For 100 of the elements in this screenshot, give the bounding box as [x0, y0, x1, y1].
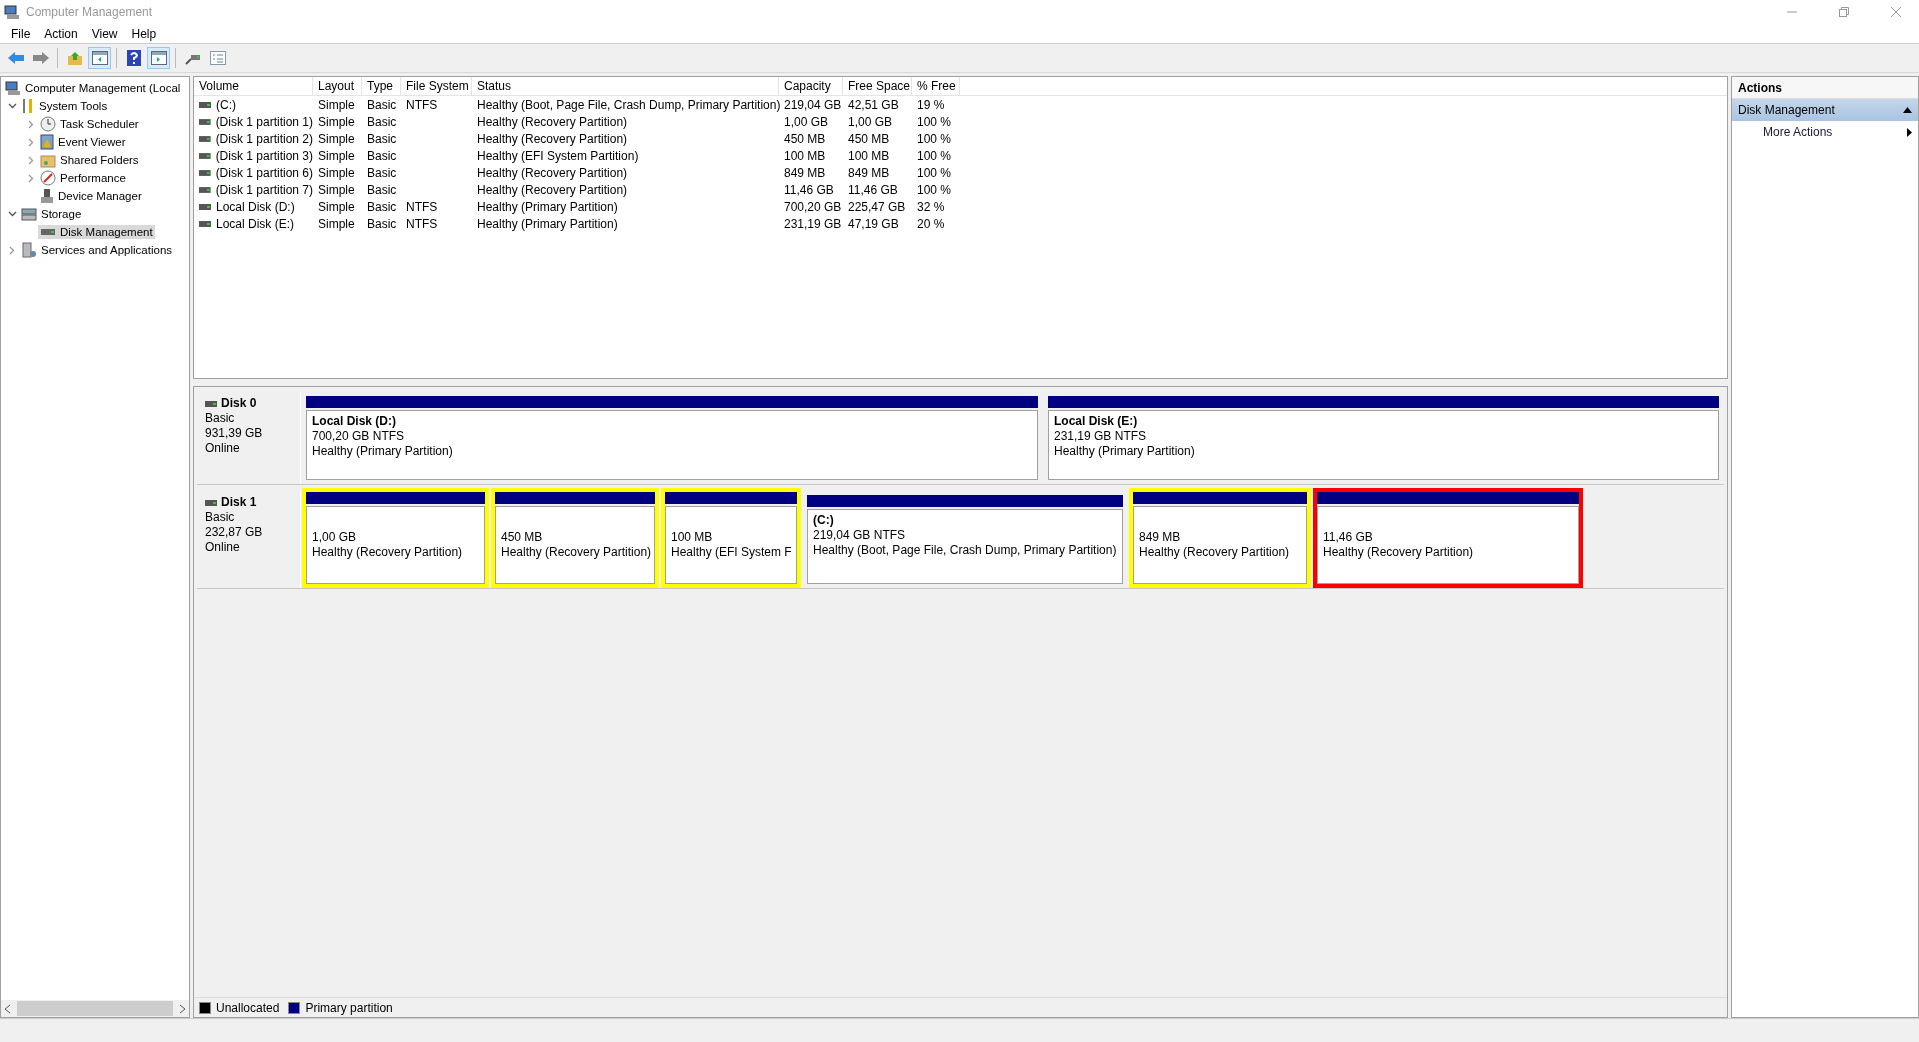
table-cell: Healthy (Boot, Page File, Crash Dump, Primary Partition)	[477, 97, 781, 112]
table-cell: 849 MB	[784, 165, 826, 180]
menu-item[interactable]: Help	[124, 24, 164, 43]
table-cell: 100 %	[917, 114, 952, 129]
collapse-chevron-icon[interactable]	[7, 103, 17, 109]
tree-item[interactable]: Storage	[19, 205, 84, 223]
table-cell: Basic	[367, 182, 397, 197]
window-pane-icon	[91, 51, 108, 65]
tree-item[interactable]: Event Viewer	[38, 133, 128, 151]
table-cell: Local Disk (E:)	[216, 216, 295, 231]
table-cell: NTFS	[406, 216, 438, 231]
table-cell: Local Disk (D:)	[216, 199, 295, 214]
column-header[interactable]: File System	[401, 77, 472, 95]
table-cell: Healthy (EFI System Partition)	[477, 148, 639, 163]
drive-icon	[199, 135, 211, 142]
scrollbar-thumb[interactable]	[17, 1001, 173, 1016]
disk-size: 931,39 GB	[205, 426, 264, 441]
disk-name: Disk 0	[221, 396, 257, 411]
partition-size: 849 MB	[1139, 530, 1182, 545]
highlighted-partition[interactable]: 1,00 GB Healthy (Recovery Partition)	[302, 488, 489, 588]
table-cell: Basic	[367, 165, 397, 180]
table-cell: 20 %	[917, 216, 945, 231]
computer-icon	[5, 80, 21, 96]
column-header[interactable]: Type	[362, 77, 401, 95]
storage-icon	[21, 206, 37, 222]
table-cell: Simple	[318, 216, 355, 231]
table-cell: 450 MB	[848, 131, 890, 146]
partition-title: (C:)	[813, 513, 835, 528]
table-cell: Basic	[367, 114, 397, 129]
table-cell: 849 MB	[848, 165, 890, 180]
column-header[interactable]: Volume	[194, 77, 313, 95]
partition-status: Healthy (EFI System F	[671, 545, 791, 560]
table-cell: 42,51 GB	[848, 97, 899, 112]
action-section[interactable]: Disk Management	[1732, 99, 1918, 121]
tree-item[interactable]: System Tools	[19, 97, 110, 115]
table-cell: Healthy (Recovery Partition)	[477, 182, 628, 197]
disk-name: Disk 1	[221, 495, 257, 510]
partition-status: Healthy (Recovery Partition)	[1323, 545, 1475, 560]
table-cell: Basic	[367, 131, 397, 146]
table-cell: Simple	[318, 182, 355, 197]
table-cell: (Disk 1 partition 2)	[215, 131, 313, 146]
table-cell: Healthy (Primary Partition)	[477, 216, 618, 231]
tree-item[interactable]: Services and Applications	[19, 241, 175, 259]
tree-item[interactable]: Device Manager	[38, 187, 144, 205]
drive-icon	[205, 499, 217, 506]
drive-icon	[199, 169, 211, 176]
menu-item[interactable]: Action	[37, 24, 85, 43]
table-cell: Basic	[367, 148, 397, 163]
table-cell: Basic	[367, 97, 397, 112]
menu-item[interactable]: View	[84, 24, 125, 43]
back-arrow-icon	[6, 51, 25, 65]
tree-item[interactable]: Disk Management	[38, 225, 155, 239]
submenu-triangle-icon	[1907, 127, 1912, 137]
highlighted-partition[interactable]: 450 MB Healthy (Recovery Partition)	[491, 488, 659, 588]
partition-size: 231,19 GB NTFS	[1054, 429, 1148, 444]
tree-item[interactable]: Performance	[38, 169, 128, 187]
table-cell: Simple	[318, 199, 355, 214]
horizontal-scrollbar[interactable]	[1, 1000, 189, 1017]
partition-status: Healthy (Primary Partition)	[1054, 444, 1196, 459]
disk-size: 232,87 GB	[205, 525, 264, 540]
table-cell: 11,46 GB	[848, 182, 898, 197]
table-cell: 231,19 GB	[784, 216, 842, 231]
show-pane-button[interactable]	[147, 47, 170, 69]
collapse-chevron-icon[interactable]	[7, 211, 17, 217]
column-header[interactable]: Status	[472, 77, 779, 95]
menu-item[interactable]: File	[4, 24, 38, 43]
highlighted-partition[interactable]: 11,46 GB Healthy (Recovery Partition)	[1313, 488, 1583, 588]
disk-status: Online	[205, 540, 241, 555]
table-cell: 225,47 GB	[848, 199, 906, 214]
table-cell: 450 MB	[784, 131, 826, 146]
partition-title: Local Disk (E:)	[1054, 414, 1139, 429]
table-cell: Simple	[318, 97, 355, 112]
gauge-icon	[40, 170, 56, 186]
column-header[interactable]: Capacity	[779, 77, 843, 95]
folder-up-icon	[66, 50, 83, 66]
show-tree-button[interactable]	[88, 47, 111, 69]
list-icon	[209, 51, 226, 65]
partition-size: 1,00 GB	[312, 530, 358, 545]
partition-size: 100 MB	[671, 530, 714, 545]
drive-icon	[199, 118, 211, 125]
drive-icon	[199, 101, 211, 108]
tree-item[interactable]: Computer Management (Local	[3, 79, 183, 97]
column-header[interactable]: % Free	[912, 77, 960, 95]
drive-icon	[199, 203, 211, 210]
column-header[interactable]: Layout	[313, 77, 362, 95]
drive-icon	[199, 220, 211, 227]
table-cell: 100 %	[917, 148, 952, 163]
column-header[interactable]: Free Space	[843, 77, 912, 95]
tree-item[interactable]: Shared Folders	[38, 151, 141, 169]
table-cell: Basic	[367, 199, 397, 214]
partition-title: Local Disk (D:)	[312, 414, 397, 429]
partition-status: Healthy (Boot, Page File, Crash Dump, Primary Partition)	[813, 543, 1117, 558]
disk-type: Basic	[205, 510, 236, 525]
table-cell: 100 MB	[784, 148, 826, 163]
tree-item[interactable]: Task Scheduler	[38, 115, 141, 133]
actions-heading: Actions	[1732, 77, 1918, 99]
highlighted-partition[interactable]: 849 MB Healthy (Recovery Partition)	[1129, 488, 1311, 588]
highlighted-partition[interactable]: 100 MB Healthy (EFI System F	[661, 488, 801, 588]
expand-chevron-icon[interactable]	[9, 245, 15, 255]
action-item[interactable]: More Actions	[1732, 121, 1918, 143]
